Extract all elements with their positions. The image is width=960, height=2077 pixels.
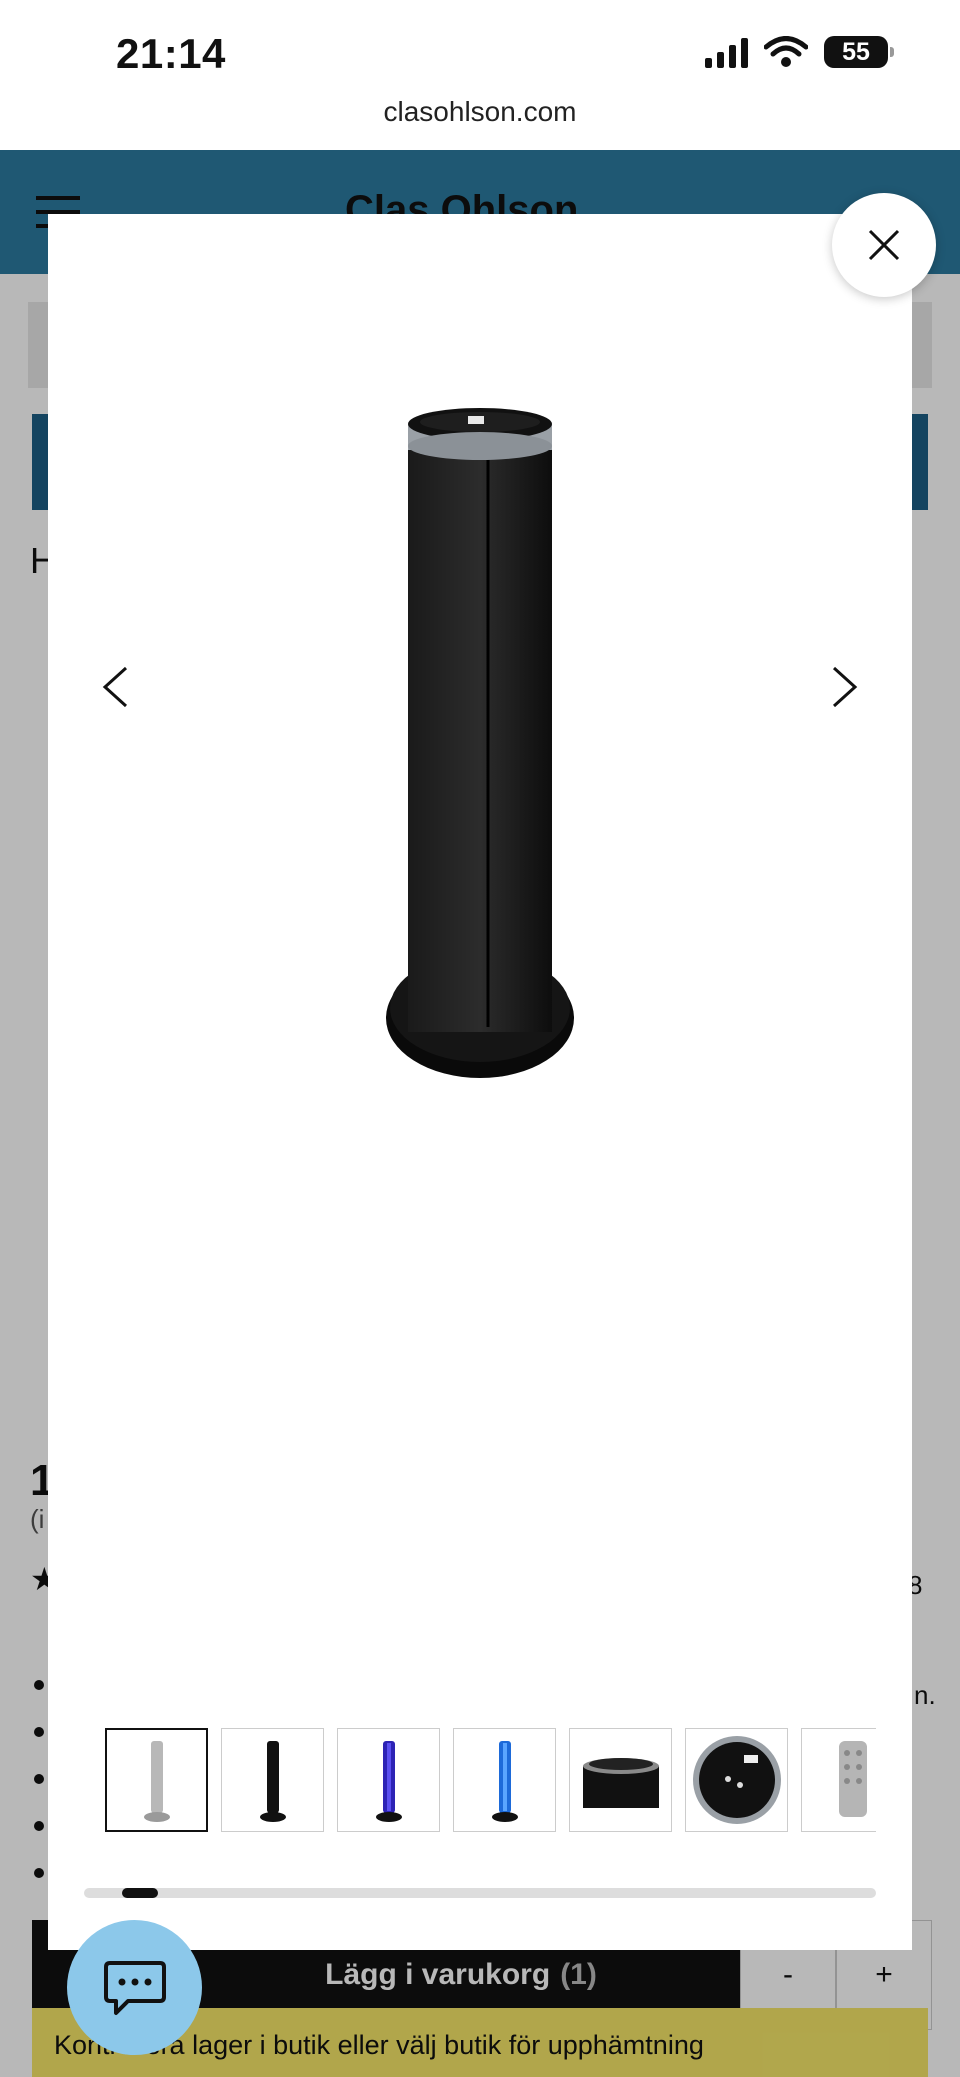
thumb-tower-blue[interactable]: [337, 1728, 440, 1832]
status-bar: 21:14 55: [0, 0, 960, 105]
wifi-icon: [764, 36, 808, 67]
thumbnail-strip[interactable]: [105, 1728, 876, 1832]
thumb-tower-lightblue-image: [491, 1741, 518, 1822]
chat-bubble-icon: [103, 1960, 166, 2015]
thumb-control-panel[interactable]: [685, 1728, 788, 1832]
chat-button[interactable]: [67, 1920, 202, 2055]
thumb-top-closeup[interactable]: [569, 1728, 672, 1832]
thumb-top-closeup-image: [582, 1758, 659, 1808]
battery-indicator: 55: [824, 36, 894, 68]
thumb-remote[interactable]: [801, 1728, 876, 1832]
thumbnail-scrollbar[interactable]: [84, 1888, 876, 1898]
status-time: 21:14: [116, 30, 226, 77]
thumb-tower-black[interactable]: [221, 1728, 324, 1832]
close-gallery-button[interactable]: [832, 193, 936, 297]
next-image-button[interactable]: [820, 652, 870, 722]
tower-fan-image: [386, 408, 574, 1078]
thumb-control-panel-image: [692, 1736, 781, 1824]
chevron-left-icon: [102, 666, 128, 708]
thumbnail-scrollbar-handle[interactable]: [122, 1888, 158, 1898]
url-bar[interactable]: clasohlson.com: [0, 96, 960, 150]
chevron-right-icon: [832, 666, 858, 708]
image-gallery-modal: [48, 214, 912, 1950]
thumb-tower-grey[interactable]: [105, 1728, 208, 1832]
thumb-tower-grey-image: [143, 1741, 170, 1822]
close-icon: [868, 229, 900, 261]
thumb-tower-black-image: [259, 1741, 286, 1822]
thumb-tower-blue-image: [375, 1741, 402, 1822]
status-icons: 55: [705, 36, 894, 68]
thumb-tower-lightblue[interactable]: [453, 1728, 556, 1832]
signal-bars-icon: [705, 36, 748, 68]
previous-image-button[interactable]: [90, 652, 140, 722]
thumb-remote-image: [838, 1741, 867, 1817]
